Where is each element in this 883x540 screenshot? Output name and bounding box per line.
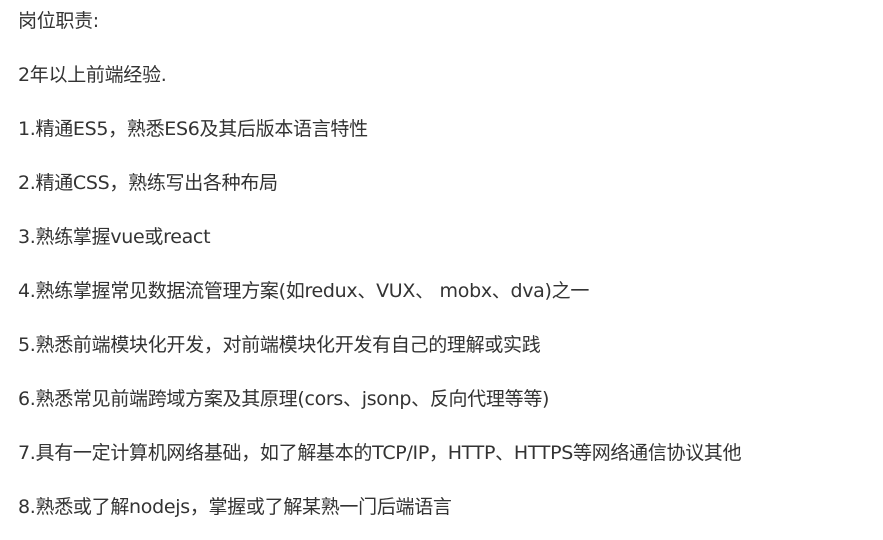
requirement-line: 8.熟悉或了解nodejs，掌握或了解某熟一门后端语言	[18, 496, 452, 518]
section-heading: 岗位职责:	[18, 10, 99, 32]
requirement-line: 2年以上前端经验.	[18, 64, 167, 86]
requirement-line: 6.熟悉常见前端跨域方案及其原理(cors、jsonp、反向代理等等)	[18, 388, 550, 410]
requirement-line: 4.熟练掌握常见数据流管理方案(如redux、VUX、 mobx、dva)之一	[18, 280, 590, 302]
requirement-line: 3.熟练掌握vue或react	[18, 226, 211, 248]
requirement-line: 1.精通ES5，熟悉ES6及其后版本语言特性	[18, 118, 368, 140]
requirement-line: 7.具有一定计算机网络基础，如了解基本的TCP/IP，HTTP、HTTPS等网络…	[18, 442, 742, 464]
requirement-line: 2.精通CSS，熟练写出各种布局	[18, 172, 278, 194]
requirement-line: 5.熟悉前端模块化开发，对前端模块化开发有自己的理解或实践	[18, 334, 541, 356]
